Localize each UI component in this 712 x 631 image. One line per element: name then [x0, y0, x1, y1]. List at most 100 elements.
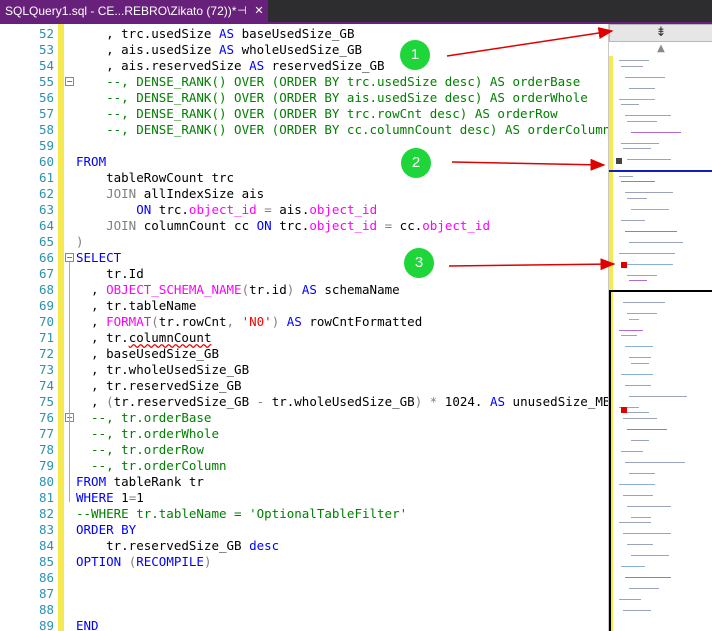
code-line[interactable]: --, tr.orderWhole	[76, 426, 219, 442]
code-token: --, tr.orderColumn	[76, 458, 227, 473]
code-line[interactable]: --, DENSE_RANK() OVER (ORDER BY trc.used…	[76, 74, 580, 90]
line-number: 58	[38, 122, 54, 137]
code-line[interactable]: END	[76, 618, 99, 631]
code-line[interactable]: , baseUsedSize_GB	[76, 346, 219, 362]
code-token: JOIN	[106, 186, 137, 201]
code-line[interactable]: SELECT	[76, 250, 121, 266]
code-token: ON	[136, 202, 152, 217]
code-token: AS	[249, 58, 265, 73]
document-tab[interactable]: SQLQuery1.sql - CE...REBRO\Zikato (72))*…	[0, 0, 268, 22]
line-number: 82	[38, 506, 54, 521]
code-line[interactable]: OPTION (RECOMPILE)	[76, 554, 211, 570]
code-token: 1	[136, 490, 144, 505]
code-line[interactable]: , FORMAT(tr.rowCnt, 'N0') AS rowCntForma…	[76, 314, 422, 330]
code-token: tr.Id	[76, 266, 144, 281]
code-line[interactable]: tableRowCount trc	[76, 170, 234, 186]
collapse-region-icon[interactable]: −	[65, 77, 74, 86]
code-line[interactable]: FROM tableRank tr	[76, 474, 204, 490]
minimap-line	[619, 252, 675, 254]
code-token: , tr.reservedSize_GB	[76, 378, 242, 393]
minimap-line	[629, 241, 683, 243]
code-line[interactable]: , tr.columnCount	[76, 330, 211, 346]
scrollbar-mark-gray	[616, 158, 622, 164]
line-number: 52	[38, 26, 54, 41]
code-line[interactable]: FROM	[76, 154, 106, 170]
vertical-scrollbar-map[interactable]: ⇟ ▲	[608, 24, 712, 631]
minimap-line	[625, 192, 673, 193]
code-token: trc.	[271, 218, 310, 233]
line-number: 56	[38, 90, 54, 105]
code-line[interactable]: --, tr.orderBase	[76, 410, 211, 426]
minimap-line	[625, 230, 677, 232]
code-line[interactable]: tr.Id	[76, 266, 144, 282]
code-token: RECOMPILE	[136, 554, 204, 569]
code-line[interactable]: , tr.tableName	[76, 298, 196, 314]
line-number: 66	[38, 250, 54, 265]
code-token: , baseUsedSize_GB	[76, 346, 219, 361]
code-token: ON	[256, 218, 272, 233]
code-line[interactable]: , tr.wholeUsedSize_GB	[76, 362, 249, 378]
minimap-line	[631, 208, 669, 210]
code-token: (	[106, 394, 114, 409]
code-token: AS	[219, 42, 235, 57]
code-editor[interactable]: 52 53 54 55 56 57 58 59 60 61 62 63 64 65 66 67 68 69 70 71…	[0, 24, 608, 631]
line-number: 63	[38, 202, 54, 217]
code-line[interactable]: , trc.usedSize AS baseUsedSize_GB	[76, 26, 354, 42]
code-token: AS	[286, 314, 302, 329]
minimap-line	[619, 60, 649, 61]
code-line[interactable]: JOIN allIndexSize ais	[76, 186, 264, 202]
pin-icon[interactable]: ⊣	[235, 0, 249, 22]
line-number: 64	[38, 218, 54, 233]
line-number: 77	[38, 426, 54, 441]
code-line[interactable]: --, DENSE_RANK() OVER (ORDER BY ais.used…	[76, 90, 588, 106]
error-marker	[621, 262, 627, 268]
code-line[interactable]: , ais.usedSize AS wholeUsedSize_GB	[76, 42, 362, 58]
code-token: ORDER BY	[76, 522, 137, 537]
code-line[interactable]: )	[76, 234, 84, 250]
code-token: tableRowCount trc	[76, 170, 235, 185]
code-line[interactable]: --, DENSE_RANK() OVER (ORDER BY cc.colum…	[76, 122, 608, 138]
line-number: 54	[38, 58, 54, 73]
minimap-line	[625, 76, 665, 78]
minimap-line	[627, 159, 671, 160]
code-line[interactable]: WHERE 1=1	[76, 490, 144, 506]
code-token: FROM	[76, 474, 107, 489]
line-number: 88	[38, 602, 54, 617]
minimap-line	[621, 65, 643, 67]
code-area[interactable]: , trc.usedSize AS baseUsedSize_GB , ais.…	[64, 24, 608, 631]
code-line[interactable]: , tr.reservedSize_GB	[76, 378, 242, 394]
line-number: 78	[38, 442, 54, 457]
code-line[interactable]: ON trc.object_id = ais.object_id	[76, 202, 377, 218]
code-token: reservedSize_GB	[264, 58, 385, 73]
scrollbar-viewport-thumb[interactable]	[609, 290, 712, 631]
code-line[interactable]: , ais.reservedSize AS reservedSize_GB	[76, 58, 385, 74]
code-line[interactable]: --, DENSE_RANK() OVER (ORDER BY trc.rowC…	[76, 106, 558, 122]
code-line[interactable]: tr.reservedSize_GB desc	[76, 538, 279, 554]
split-window-button[interactable]: ⇟	[609, 24, 712, 42]
code-line[interactable]: JOIN columnCount cc ON trc.object_id = c…	[76, 218, 490, 234]
code-line[interactable]: --, tr.orderColumn	[76, 458, 227, 474]
collapse-region-icon[interactable]: −	[65, 253, 74, 262]
code-line[interactable]: --, tr.orderRow	[76, 442, 204, 458]
line-number: 62	[38, 186, 54, 201]
scroll-up-arrow-icon[interactable]: ▲	[609, 42, 712, 56]
minimap-line	[621, 219, 645, 221]
line-number: 87	[38, 586, 54, 601]
code-token: allIndexSize ais	[136, 186, 265, 201]
code-line[interactable]: --WHERE tr.tableName = 'OptionalTableFil…	[76, 506, 407, 522]
selection-margin[interactable]	[0, 24, 20, 631]
minimap-line	[629, 87, 655, 89]
code-line[interactable]: ORDER BY	[76, 522, 136, 538]
line-number: 53	[38, 42, 54, 57]
code-token: =	[384, 218, 393, 233]
code-token: cc.	[392, 218, 423, 233]
close-icon[interactable]: ✕	[252, 0, 266, 22]
code-line[interactable]: , OBJECT_SCHEMA_NAME(tr.id) AS schemaNam…	[76, 282, 400, 298]
code-line[interactable]: , (tr.reservedSize_GB - tr.wholeUsedSize…	[76, 394, 608, 410]
line-number: 86	[38, 570, 54, 585]
code-token: unusedSize_MB	[505, 394, 608, 409]
